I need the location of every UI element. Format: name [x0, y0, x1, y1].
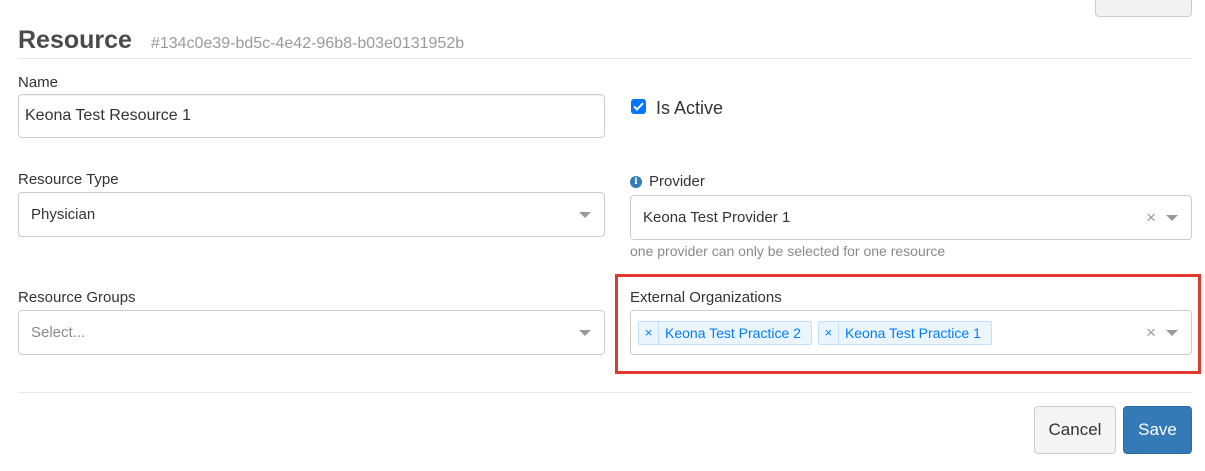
info-icon: i [630, 176, 642, 188]
resource-groups-select[interactable]: Select... [18, 310, 605, 355]
top-action-button[interactable] [1095, 0, 1192, 17]
save-button[interactable]: Save [1123, 406, 1192, 454]
chevron-down-icon[interactable] [579, 329, 591, 336]
cancel-button[interactable]: Cancel [1034, 406, 1116, 454]
chevron-down-icon[interactable] [579, 211, 591, 218]
header-divider [18, 58, 1192, 59]
name-label: Name [18, 74, 59, 91]
chevron-down-icon[interactable] [1166, 214, 1178, 221]
resource-id: #134c0e39-bd5c-4e42-96b8-b03e0131952b [150, 35, 465, 52]
resource-type-select[interactable]: Physician [18, 192, 605, 237]
provider-value: Keona Test Provider 1 [643, 209, 791, 226]
footer-divider [18, 392, 1192, 393]
provider-help-text: one provider can only be selected for on… [630, 243, 946, 259]
clear-icon[interactable]: × [1146, 209, 1156, 226]
highlight-box [615, 274, 1201, 374]
resource-groups-placeholder: Select... [31, 324, 86, 341]
provider-select[interactable]: Keona Test Provider 1 × [630, 195, 1192, 240]
name-input[interactable] [18, 94, 605, 138]
provider-label: Provider [649, 173, 705, 190]
is-active-label[interactable]: Is Active [656, 98, 723, 119]
resource-groups-label: Resource Groups [18, 289, 136, 306]
check-icon [633, 102, 644, 111]
resource-type-value: Physician [31, 206, 96, 223]
resource-type-label: Resource Type [18, 171, 119, 188]
page-title: Resource [18, 26, 132, 54]
is-active-checkbox[interactable] [631, 99, 646, 114]
page-header: Resource #134c0e39-bd5c-4e42-96b8-b03e01… [18, 26, 464, 55]
